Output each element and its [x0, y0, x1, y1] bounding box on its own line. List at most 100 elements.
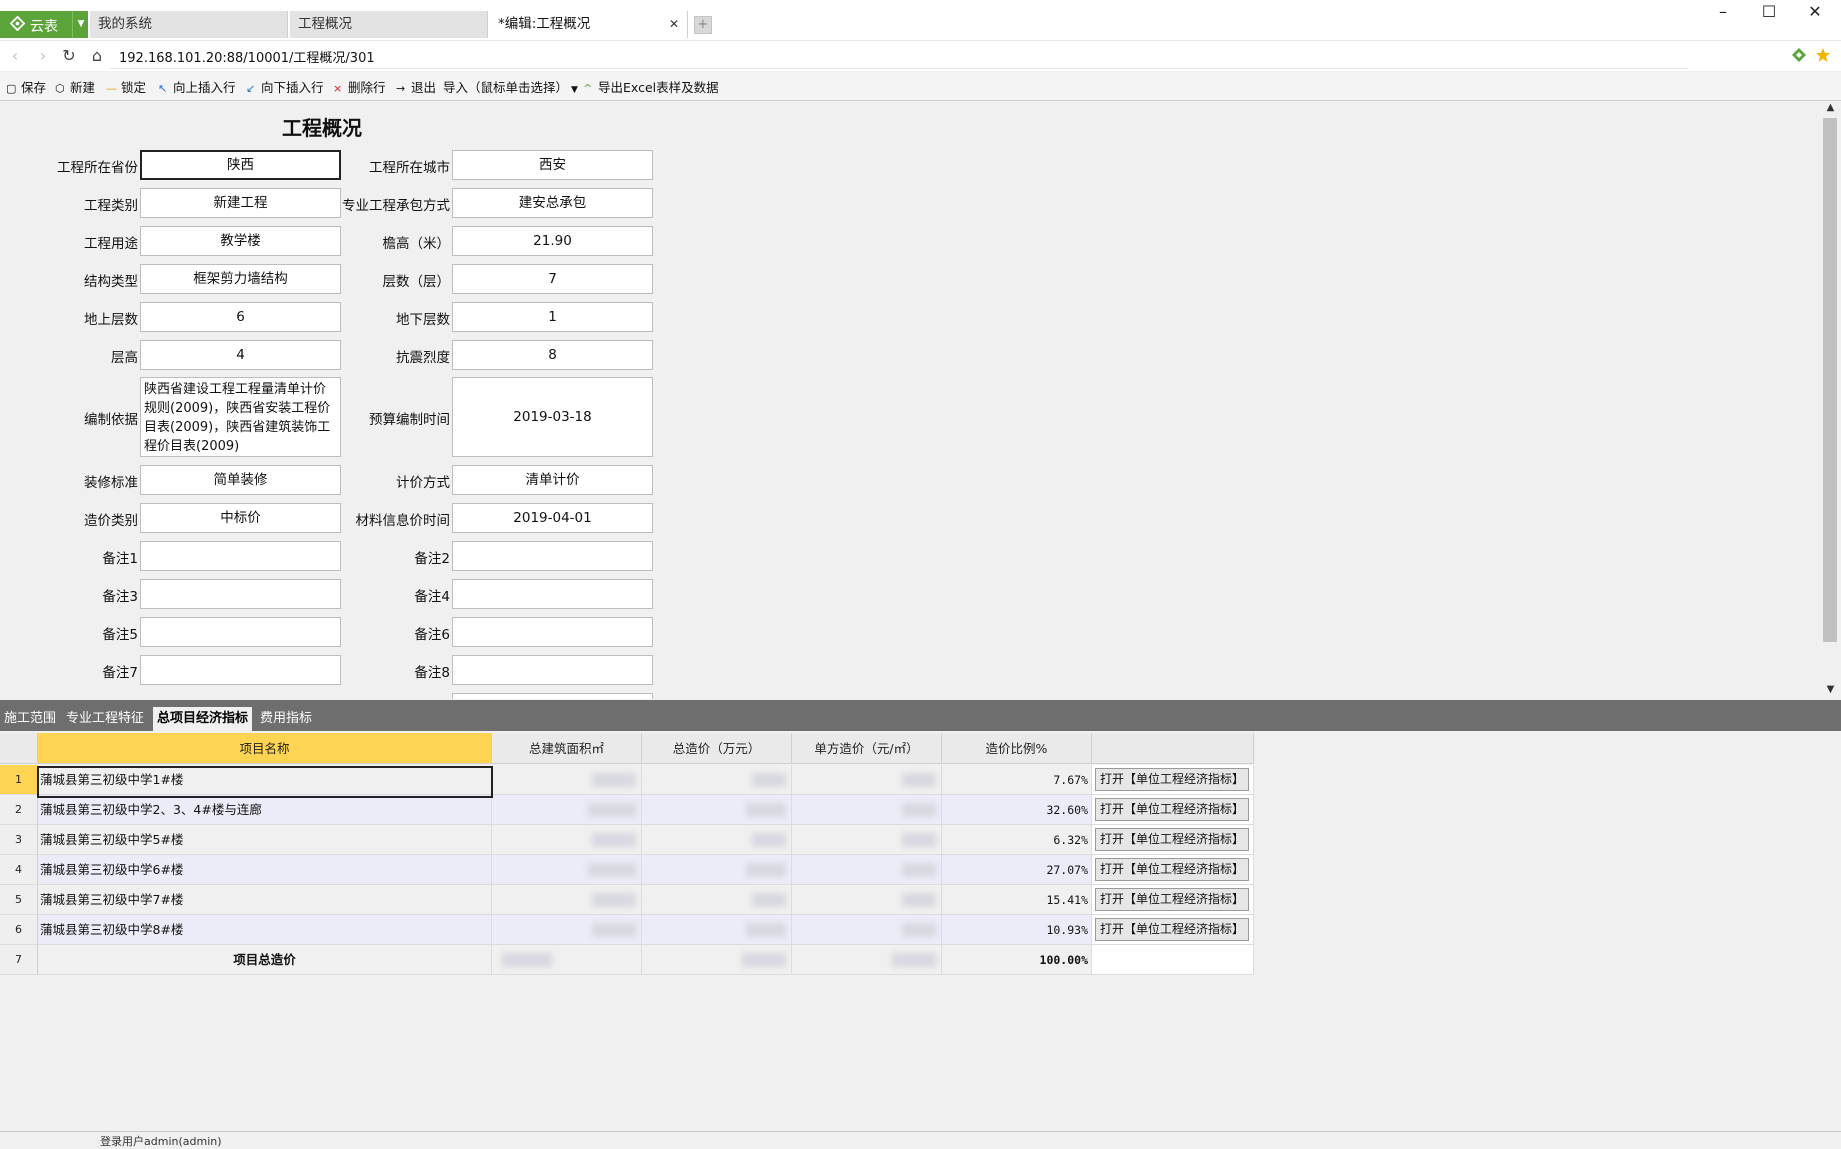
tab-my-system[interactable]: 我的系统 — [90, 11, 288, 38]
unit-cost-cell[interactable] — [792, 855, 942, 885]
open-unit-indicator-button[interactable]: 打开【单位工程经济指标】 — [1095, 828, 1249, 851]
cost-cell[interactable] — [642, 885, 792, 915]
pane-splitter[interactable] — [0, 700, 1841, 707]
note8-field[interactable] — [452, 655, 653, 685]
ratio-cell[interactable]: 7.67% — [942, 765, 1092, 795]
exit-button[interactable]: → 退出 — [396, 77, 436, 96]
home-icon[interactable]: ⌂ — [87, 47, 107, 65]
export-excel-button[interactable]: ^ 导出Excel表样及数据 — [583, 77, 719, 96]
total-name-cell[interactable]: 项目总造价 — [38, 945, 492, 975]
table-row[interactable]: 5 蒲城县第三初级中学7#楼 15.41% 打开【单位工程经济指标】 — [0, 885, 1254, 915]
note4-field[interactable] — [452, 579, 653, 609]
budget-time-field[interactable]: 2019-03-18 — [452, 377, 653, 457]
minimize-button[interactable]: – — [1708, 2, 1738, 22]
row-number[interactable]: 7 — [0, 945, 38, 975]
province-field[interactable]: 陕西 — [140, 150, 341, 180]
close-window-button[interactable]: ✕ — [1800, 2, 1830, 22]
cost-cell[interactable] — [642, 915, 792, 945]
note2-field[interactable] — [452, 541, 653, 571]
tab-project-overview[interactable]: 工程概况 — [290, 11, 488, 38]
subtab-specialty-features[interactable]: 专业工程特征 — [62, 707, 148, 731]
open-unit-indicator-button[interactable]: 打开【单位工程经济指标】 — [1095, 918, 1249, 941]
header-unit-cost[interactable]: 单方造价（元/㎡） — [792, 733, 942, 764]
insert-row-below-button[interactable]: ↙ 向下插入行 — [246, 77, 324, 96]
unit-cost-cell[interactable] — [792, 765, 942, 795]
new-tab-button[interactable]: + — [694, 16, 712, 34]
row-number[interactable]: 4 — [0, 855, 38, 885]
note7-field[interactable] — [140, 655, 341, 685]
total-row[interactable]: 7 项目总造价 100.00% — [0, 945, 1254, 975]
cost-cell[interactable] — [642, 795, 792, 825]
ratio-cell[interactable]: 32.60% — [942, 795, 1092, 825]
contract-mode-field[interactable]: 建安总承包 — [452, 188, 653, 218]
unit-cost-cell[interactable] — [792, 915, 942, 945]
project-name-cell[interactable]: 蒲城县第三初级中学7#楼 — [38, 885, 492, 915]
ratio-cell[interactable]: 100.00% — [942, 945, 1092, 975]
cost-type-field[interactable]: 中标价 — [140, 503, 341, 533]
unit-cost-cell[interactable] — [792, 795, 942, 825]
table-row[interactable]: 2 蒲城县第三初级中学2、3、4#楼与连廊 32.60% 打开【单位工程经济指标… — [0, 795, 1254, 825]
scroll-up-icon[interactable]: ▲ — [1822, 102, 1839, 113]
ratio-cell[interactable]: 6.32% — [942, 825, 1092, 855]
cost-cell[interactable] — [642, 945, 792, 975]
category-field[interactable]: 新建工程 — [140, 188, 341, 218]
save-button[interactable]: ▢ 保存 — [6, 77, 46, 96]
subtab-cost-indicators[interactable]: 费用指标 — [256, 707, 316, 731]
lock-button[interactable]: — 锁定 — [106, 77, 146, 96]
floors-field[interactable]: 7 — [452, 264, 653, 294]
header-total-area[interactable]: 总建筑面积㎡ — [492, 733, 642, 764]
scroll-down-icon[interactable]: ▼ — [1822, 684, 1839, 695]
project-name-cell[interactable]: 蒲城县第三初级中学2、3、4#楼与连廊 — [38, 795, 492, 825]
subtab-construction-scope[interactable]: 施工范围 — [0, 707, 60, 731]
area-cell[interactable] — [492, 885, 642, 915]
favorite-star-icon[interactable] — [1815, 47, 1831, 63]
area-cell[interactable] — [492, 795, 642, 825]
back-arrow-icon[interactable]: ‹ — [5, 47, 25, 65]
brand-menu-button[interactable]: 云表 ▼ — [0, 11, 88, 38]
header-total-cost[interactable]: 总造价（万元） — [642, 733, 792, 764]
maximize-button[interactable]: ☐ — [1754, 2, 1784, 22]
import-dropdown[interactable]: 导入（鼠标单击选择） ▼ — [443, 77, 578, 96]
new-button[interactable]: ⬡ 新建 — [55, 77, 95, 96]
project-name-cell[interactable]: 蒲城县第三初级中学8#楼 — [38, 915, 492, 945]
pricing-field[interactable]: 清单计价 — [452, 465, 653, 495]
chevron-down-icon[interactable]: ▼ — [72, 11, 89, 38]
open-unit-indicator-button[interactable]: 打开【单位工程经济指标】 — [1095, 798, 1249, 821]
tab-edit-project-overview[interactable]: *编辑:工程概况 ✕ — [490, 11, 688, 38]
unit-cost-cell[interactable] — [792, 945, 942, 975]
delete-row-button[interactable]: × 删除行 — [333, 77, 386, 96]
open-unit-indicator-button[interactable]: 打开【单位工程经济指标】 — [1095, 858, 1249, 881]
above-floors-field[interactable]: 6 — [140, 302, 341, 332]
unit-cost-cell[interactable] — [792, 825, 942, 855]
ratio-cell[interactable]: 27.07% — [942, 855, 1092, 885]
open-unit-indicator-button[interactable]: 打开【单位工程经济指标】 — [1095, 768, 1249, 791]
note3-field[interactable] — [140, 579, 341, 609]
close-icon[interactable]: ✕ — [669, 11, 679, 38]
table-row[interactable]: 4 蒲城县第三初级中学6#楼 27.07% 打开【单位工程经济指标】 — [0, 855, 1254, 885]
ratio-cell[interactable]: 15.41% — [942, 885, 1092, 915]
subtab-project-indicators[interactable]: 总项目经济指标 — [153, 707, 253, 731]
area-cell[interactable] — [492, 825, 642, 855]
area-cell[interactable] — [492, 765, 642, 795]
area-cell[interactable] — [492, 945, 642, 975]
floor-height-field[interactable]: 4 — [140, 340, 341, 370]
open-unit-indicator-button[interactable]: 打开【单位工程经济指标】 — [1095, 888, 1249, 911]
ratio-cell[interactable]: 10.93% — [942, 915, 1092, 945]
material-time-field[interactable]: 2019-04-01 — [452, 503, 653, 533]
below-floors-field[interactable]: 1 — [452, 302, 653, 332]
city-field[interactable]: 西安 — [452, 150, 653, 180]
note6-field[interactable] — [452, 617, 653, 647]
scrollbar-thumb[interactable] — [1823, 118, 1837, 642]
usage-field[interactable]: 教学楼 — [140, 226, 341, 256]
area-cell[interactable] — [492, 915, 642, 945]
note5-field[interactable] — [140, 617, 341, 647]
table-row[interactable]: 6 蒲城县第三初级中学8#楼 10.93% 打开【单位工程经济指标】 — [0, 915, 1254, 945]
forward-arrow-icon[interactable]: › — [33, 47, 53, 65]
refresh-icon[interactable]: ↻ — [59, 47, 79, 65]
basis-field[interactable]: 陕西省建设工程工程量清单计价规则(2009)，陕西省安装工程价目表(2009)，… — [140, 377, 341, 457]
cost-cell[interactable] — [642, 855, 792, 885]
extension-icon[interactable] — [1791, 47, 1807, 63]
row-number[interactable]: 5 — [0, 885, 38, 915]
cost-cell[interactable] — [642, 825, 792, 855]
unit-cost-cell[interactable] — [792, 885, 942, 915]
